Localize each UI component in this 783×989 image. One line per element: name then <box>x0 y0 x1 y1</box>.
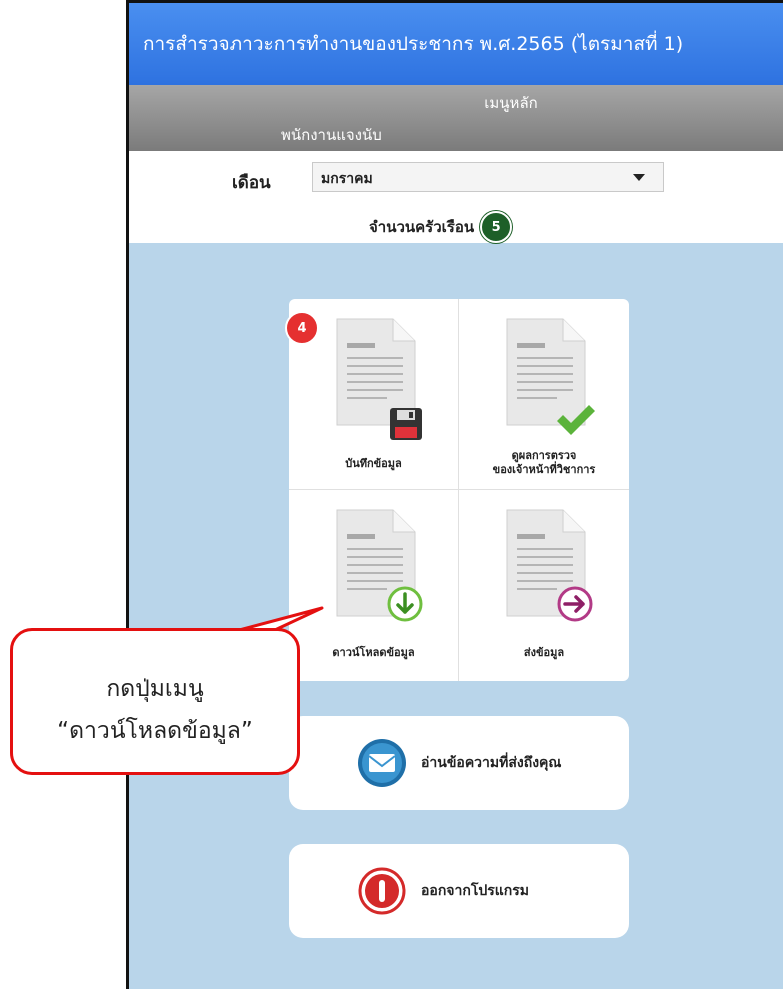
instruction-callout: กดปุ่มเมนู “ดาวน์โหลดข้อมูล” <box>10 628 300 775</box>
send-data-button[interactable]: ส่งข้อมูล <box>459 490 629 681</box>
pending-count-badge: 4 <box>285 311 319 345</box>
mail-icon <box>358 739 406 787</box>
month-panel: เดือน มกราคม จำนวนครัวเรือน 5 <box>129 151 783 243</box>
save-icon <box>390 408 422 440</box>
exit-program-button[interactable]: ออกจากโปรแกรม <box>289 844 629 938</box>
check-icon <box>557 405 595 435</box>
app-window: การสำรวจภาวะการทำงานของประชากร พ.ศ.2565 … <box>126 0 783 989</box>
title-bar: การสำรวจภาวะการทำงานของประชากร พ.ศ.2565 … <box>129 3 783 85</box>
read-messages-label: อ่านข้อความที่ส่งถึงคุณ <box>421 755 562 771</box>
month-selected-value: มกราคม <box>321 171 373 187</box>
app-title: การสำรวจภาวะการทำงานของประชากร พ.ศ.2565 … <box>143 33 684 55</box>
menu-header: เมนูหลัก พนักงานแจงนับ <box>129 85 783 151</box>
callout-line2: “ดาวน์โหลดข้อมูล” <box>57 718 253 744</box>
power-icon <box>358 867 406 915</box>
read-messages-button[interactable]: อ่านข้อความที่ส่งถึงคุณ <box>289 716 629 810</box>
menu-title: เมนูหลัก <box>484 94 538 112</box>
send-data-label: ส่งข้อมูล <box>523 646 565 659</box>
save-data-label: บันทึกข้อมูล <box>345 457 402 470</box>
download-data-label: ดาวน์โหลดข้อมูล <box>332 646 415 659</box>
exit-program-label: ออกจากโปรแกรม <box>421 883 530 899</box>
download-data-button[interactable]: ดาวน์โหลดข้อมูล <box>289 490 459 681</box>
household-count-badge: 5 <box>480 211 513 243</box>
menu-grid: 4 บันทึกข้อมูล ดูผลการตรวจ ของเจ้าหน้าที… <box>285 299 629 681</box>
month-label: เดือน <box>232 173 271 193</box>
view-review-results-label: ดูผลการตรวจ ของเจ้าหน้าที่วิชาการ <box>459 449 629 477</box>
view-review-results-button[interactable]: ดูผลการตรวจ ของเจ้าหน้าที่วิชาการ <box>459 299 629 490</box>
send-icon <box>557 586 593 622</box>
save-data-button[interactable]: 4 บันทึกข้อมูล <box>285 299 459 490</box>
callout-line1: กดปุ่มเมนู <box>106 676 204 702</box>
dropdown-arrow-icon <box>633 174 645 181</box>
household-label: จำนวนครัวเรือน <box>369 218 475 236</box>
user-role: พนักงานแจงนับ <box>281 126 382 144</box>
view-review-results-line1: ดูผลการตรวจ <box>511 449 577 462</box>
household-count: จำนวนครัวเรือน 5 <box>369 211 513 243</box>
month-select[interactable]: มกราคม <box>312 162 664 192</box>
download-icon <box>387 586 423 622</box>
view-review-results-line2: ของเจ้าหน้าที่วิชาการ <box>492 463 596 476</box>
